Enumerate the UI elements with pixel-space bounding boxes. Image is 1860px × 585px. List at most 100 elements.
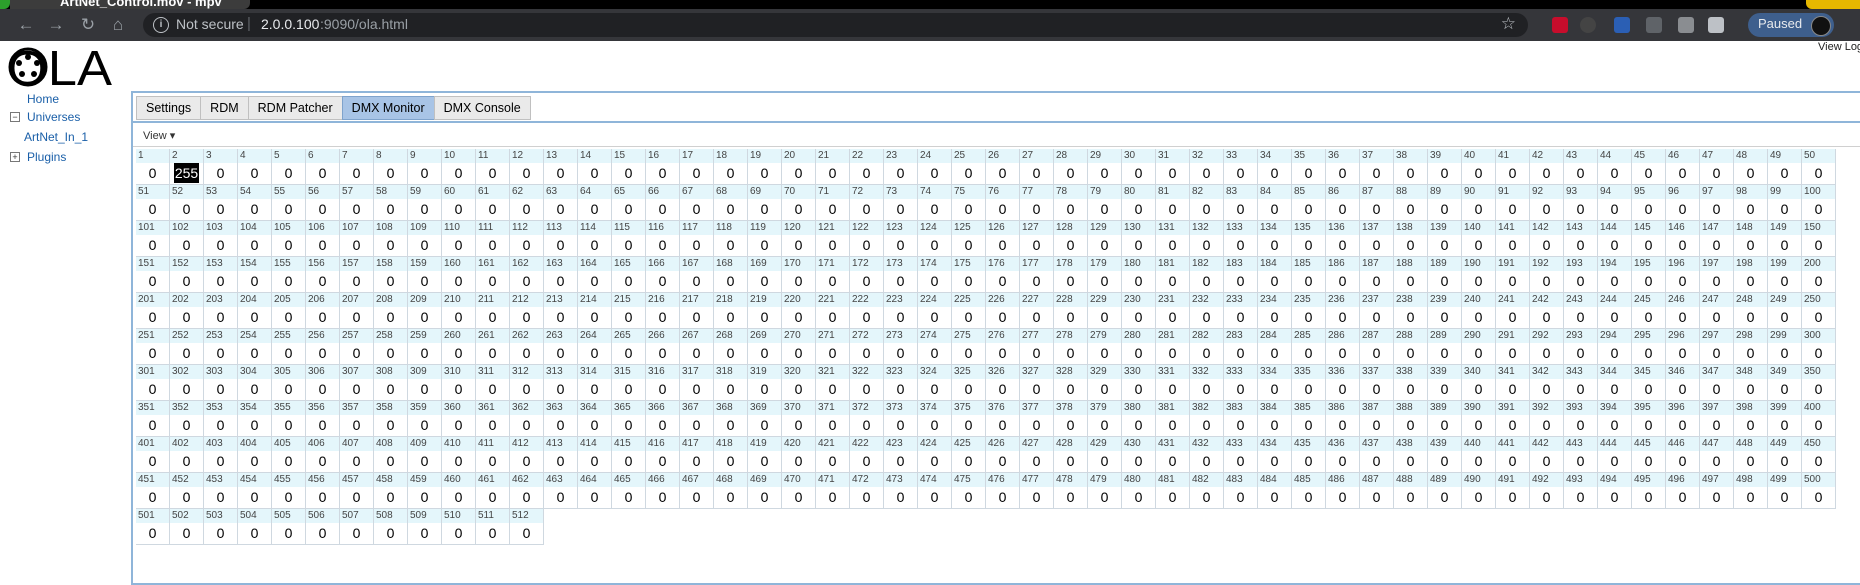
channel-value: 0 xyxy=(726,345,735,361)
dmx-channel-cell: 324 0 xyxy=(918,365,952,401)
tab-settings[interactable]: Settings xyxy=(136,96,202,120)
browser-tab[interactable]: ArtNet_Control.mov - mpv xyxy=(10,0,250,9)
dmx-channel-cell: 236 0 xyxy=(1326,293,1360,329)
view-menu[interactable]: View ▾ xyxy=(143,129,175,142)
channel-number: 195 xyxy=(1632,257,1665,271)
dmx-channel-cell: 494 0 xyxy=(1598,473,1632,509)
back-icon[interactable]: ← xyxy=(12,9,40,41)
channel-value: 0 xyxy=(1780,417,1789,433)
channel-value: 0 xyxy=(1542,417,1551,433)
channel-value: 0 xyxy=(1100,345,1109,361)
tab-dmx-console[interactable]: DMX Console xyxy=(433,96,531,120)
channel-number: 53 xyxy=(204,185,237,199)
channel-value: 0 xyxy=(1270,165,1279,181)
channel-number: 77 xyxy=(1020,185,1053,199)
dmx-channel-cell: 503 0 xyxy=(204,509,238,545)
channel-number: 339 xyxy=(1428,365,1461,379)
channel-number: 413 xyxy=(544,437,577,451)
dmx-channel-cell: 499 0 xyxy=(1768,473,1802,509)
channel-number: 101 xyxy=(136,221,169,235)
channel-value: 0 xyxy=(318,345,327,361)
tab-dmx-monitor[interactable]: DMX Monitor xyxy=(341,96,435,120)
dmx-channel-cell: 150 0 xyxy=(1802,221,1836,257)
dmx-channel-cell: 201 0 xyxy=(136,293,170,329)
channel-value: 0 xyxy=(352,165,361,181)
dmx-channel-cell: 200 0 xyxy=(1802,257,1836,293)
view-logs-link[interactable]: View Logs xyxy=(1818,41,1860,53)
bookmark-star-icon[interactable]: ☆ xyxy=(1501,14,1516,34)
dmx-channel-cell: 71 0 xyxy=(816,185,850,221)
info-icon[interactable]: i xyxy=(153,17,169,33)
channel-value: 0 xyxy=(658,273,667,289)
channel-value: 0 xyxy=(1066,489,1075,505)
channel-value: 0 xyxy=(1338,453,1347,469)
channel-number: 271 xyxy=(816,329,849,343)
sidebar-item-plugins[interactable]: Plugins xyxy=(27,150,66,164)
channel-value: 0 xyxy=(1440,237,1449,253)
dmx-channel-cell: 388 0 xyxy=(1394,401,1428,437)
extension-icon[interactable] xyxy=(1580,17,1596,33)
sidebar-item-universes[interactable]: Universes xyxy=(27,110,80,124)
channel-number: 248 xyxy=(1734,293,1767,307)
channel-value: 0 xyxy=(1100,417,1109,433)
channel-number: 393 xyxy=(1564,401,1597,415)
abp-icon[interactable] xyxy=(1552,17,1568,33)
dmx-channel-cell: 26 0 xyxy=(986,149,1020,185)
channel-value: 0 xyxy=(1168,273,1177,289)
channel-number: 150 xyxy=(1802,221,1835,235)
channel-number: 155 xyxy=(272,257,305,271)
forward-icon[interactable]: → xyxy=(42,9,70,41)
dmx-channel-cell: 258 0 xyxy=(374,329,408,365)
channel-value: 0 xyxy=(1168,309,1177,325)
word-icon[interactable] xyxy=(1614,17,1630,33)
home-icon[interactable]: ⌂ xyxy=(104,9,132,41)
channel-number: 65 xyxy=(612,185,645,199)
channel-number: 142 xyxy=(1530,221,1563,235)
puzzle-icon[interactable] xyxy=(1708,17,1724,33)
dmx-channel-cell: 456 0 xyxy=(306,473,340,509)
channel-number: 125 xyxy=(952,221,985,235)
expand-icon[interactable]: + xyxy=(10,152,20,162)
channel-value: 0 xyxy=(216,165,225,181)
tab-rdm[interactable]: RDM xyxy=(200,96,249,120)
dmx-channel-cell: 439 0 xyxy=(1428,437,1462,473)
channel-number: 72 xyxy=(850,185,883,199)
channel-value: 0 xyxy=(1032,381,1041,397)
dmx-channel-cell: 13 0 xyxy=(544,149,578,185)
browser-chrome: ArtNet_Control.mov - mpv ← → ↻ ⌂ i Not s… xyxy=(0,0,1860,41)
channel-value: 0 xyxy=(556,201,565,217)
dmx-channel-cell: 405 0 xyxy=(272,437,306,473)
dmx-channel-cell: 132 0 xyxy=(1190,221,1224,257)
channel-number: 370 xyxy=(782,401,815,415)
channel-number: 433 xyxy=(1224,437,1257,451)
dmx-channel-cell: 210 0 xyxy=(442,293,476,329)
tab-rdm-patcher[interactable]: RDM Patcher xyxy=(247,96,343,120)
dmx-channel-cell: 38 0 xyxy=(1394,149,1428,185)
channel-number: 450 xyxy=(1802,437,1835,451)
channel-number: 152 xyxy=(170,257,203,271)
channel-number: 424 xyxy=(918,437,951,451)
dmx-channel-cell: 112 0 xyxy=(510,221,544,257)
channel-number: 212 xyxy=(510,293,543,307)
tab-bar: Settings RDM RDM Patcher DMX Monitor DMX… xyxy=(136,96,531,120)
channel-number: 56 xyxy=(306,185,339,199)
collapse-icon[interactable]: − xyxy=(10,112,20,122)
channel-number: 107 xyxy=(340,221,373,235)
vr-icon[interactable] xyxy=(1678,17,1694,33)
profile-paused-button[interactable]: Paused xyxy=(1748,13,1834,37)
channel-value: 0 xyxy=(896,381,905,397)
channel-value: 0 xyxy=(692,201,701,217)
dmx-channel-cell: 146 0 xyxy=(1666,221,1700,257)
sidebar-item-artnet-in-1[interactable]: ArtNet_In_1 xyxy=(24,130,88,144)
channel-number: 342 xyxy=(1530,365,1563,379)
pen-icon[interactable] xyxy=(1646,17,1662,33)
address-bar[interactable]: i Not secure | 2.0.0.100 :9090/ola.html … xyxy=(143,13,1528,37)
channel-value: 0 xyxy=(1168,489,1177,505)
channel-number: 386 xyxy=(1326,401,1359,415)
channel-value: 0 xyxy=(488,381,497,397)
reload-icon[interactable]: ↻ xyxy=(74,9,102,41)
dmx-channel-cell: 411 0 xyxy=(476,437,510,473)
dmx-channel-cell: 60 xyxy=(306,149,340,185)
sidebar-item-home[interactable]: Home xyxy=(27,92,59,106)
channel-number: 149 xyxy=(1768,221,1801,235)
